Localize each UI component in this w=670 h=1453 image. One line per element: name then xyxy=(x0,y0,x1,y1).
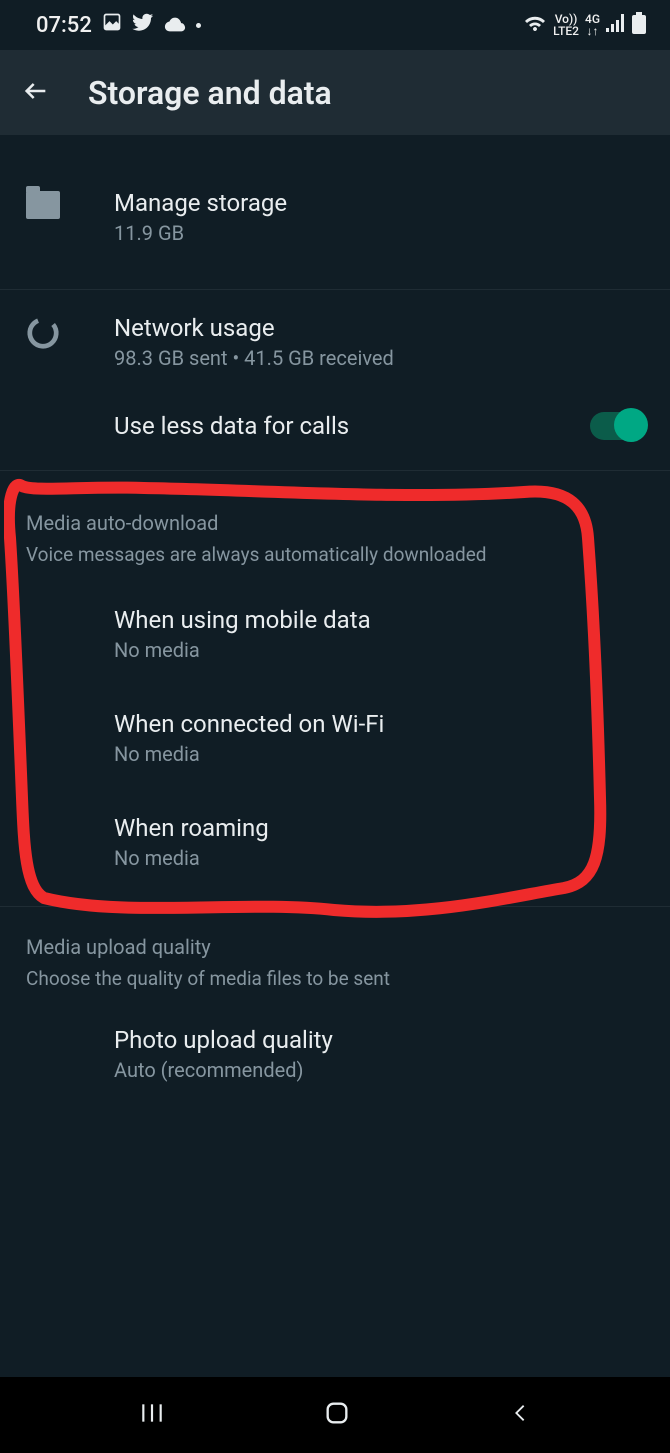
recents-button[interactable] xyxy=(139,1400,165,1430)
volte-label: Vo)) LTE2 xyxy=(553,13,579,37)
cloud-icon xyxy=(164,13,186,38)
wifi-row[interactable]: When connected on Wi-Fi No media xyxy=(0,686,670,790)
signal-icon xyxy=(606,14,626,36)
mobile-data-sub: No media xyxy=(114,638,644,662)
folder-icon xyxy=(26,191,60,219)
status-right: Vo)) LTE2 4G ↓↑ xyxy=(523,12,646,38)
status-bar: 07:52 Vo)) LTE2 4G ↓↑ xyxy=(0,0,670,50)
net-4g-label: 4G ↓↑ xyxy=(585,13,600,37)
data-usage-icon xyxy=(26,316,60,350)
use-less-data-toggle[interactable] xyxy=(590,412,644,440)
use-less-data-title: Use less data for calls xyxy=(114,412,590,440)
network-usage-sub: 98.3 GB sent • 41.5 GB received xyxy=(114,346,644,370)
manage-storage-sub: 11.9 GB xyxy=(114,221,644,245)
home-button[interactable] xyxy=(323,1399,351,1431)
network-usage-title: Network usage xyxy=(114,314,644,342)
roaming-row[interactable]: When roaming No media xyxy=(0,790,670,906)
roaming-sub: No media xyxy=(114,846,644,870)
photo-quality-sub: Auto (recommended) xyxy=(114,1058,644,1082)
app-bar: Storage and data xyxy=(0,50,670,135)
network-usage-row[interactable]: Network usage 98.3 GB sent • 41.5 GB rec… xyxy=(0,290,670,394)
photo-quality-title: Photo upload quality xyxy=(114,1026,644,1054)
upload-desc: Choose the quality of media files to be … xyxy=(26,967,644,990)
content: Manage storage 11.9 GB Network usage 98.… xyxy=(0,135,670,1106)
wifi-title: When connected on Wi-Fi xyxy=(114,710,644,738)
back-icon[interactable] xyxy=(22,77,50,109)
status-left: 07:52 xyxy=(36,11,201,39)
wifi-icon xyxy=(523,13,547,37)
nav-bar xyxy=(0,1377,670,1453)
page-title: Storage and data xyxy=(88,74,332,112)
twitter-icon xyxy=(132,11,154,39)
dot-icon xyxy=(196,23,201,28)
roaming-title: When roaming xyxy=(114,814,644,842)
nav-back-button[interactable] xyxy=(509,1400,531,1430)
auto-download-desc: Voice messages are always automatically … xyxy=(26,543,644,566)
manage-storage-row[interactable]: Manage storage 11.9 GB xyxy=(0,165,670,269)
mobile-data-title: When using mobile data xyxy=(114,606,644,634)
auto-download-header: Media auto-download Voice messages are a… xyxy=(0,471,670,566)
mobile-data-row[interactable]: When using mobile data No media xyxy=(0,566,670,686)
upload-header: Media upload quality Choose the quality … xyxy=(0,907,670,990)
auto-download-label: Media auto-download xyxy=(26,511,644,535)
battery-icon xyxy=(632,12,646,38)
wifi-sub: No media xyxy=(114,742,644,766)
manage-storage-title: Manage storage xyxy=(114,189,644,217)
photo-quality-row[interactable]: Photo upload quality Auto (recommended) xyxy=(0,990,670,1106)
image-icon xyxy=(102,12,122,38)
status-time: 07:52 xyxy=(36,13,92,38)
use-less-data-row[interactable]: Use less data for calls xyxy=(0,394,670,470)
upload-label: Media upload quality xyxy=(26,935,644,959)
